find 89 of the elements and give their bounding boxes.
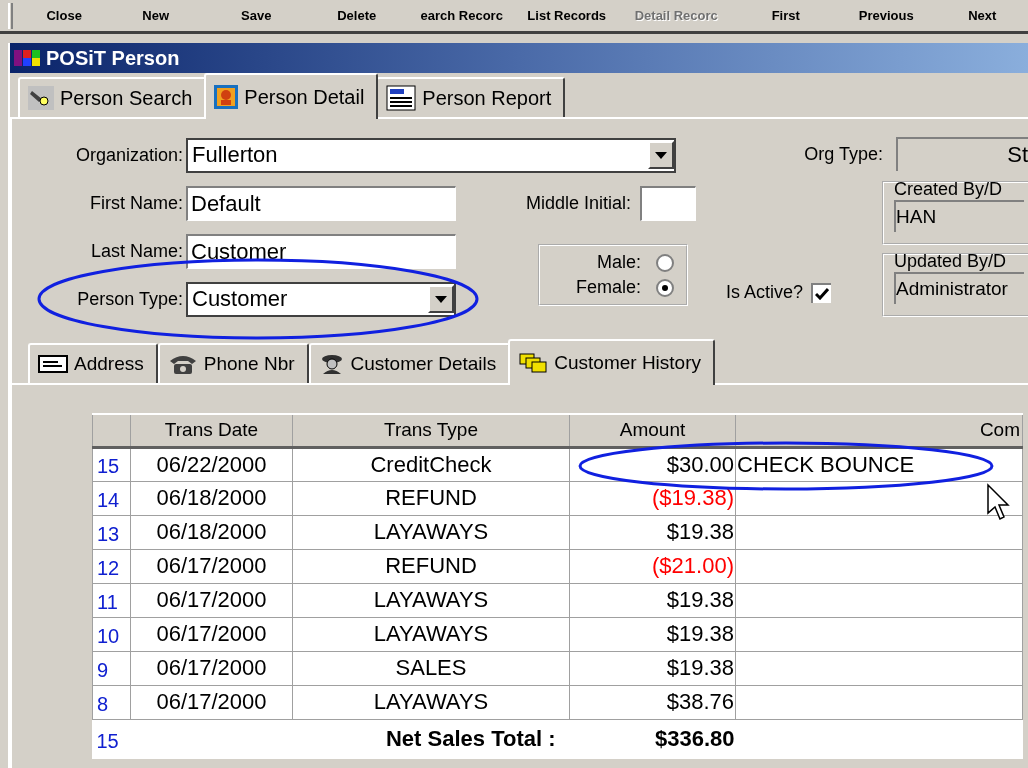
toolbar-button[interactable]: earch Recorc (407, 0, 517, 31)
table-cell: 06/17/2000 (130, 685, 293, 719)
radio-button[interactable] (656, 278, 674, 297)
tab[interactable]: Person Report (376, 77, 566, 117)
table-cell: 06/22/2000 (130, 447, 293, 481)
table-cell: 06/17/2000 (130, 651, 293, 685)
table-cell: CHECK BOUNCE (735, 447, 1023, 481)
row-number: 13 (92, 515, 131, 549)
table-cell: SALES (292, 651, 570, 685)
input-field[interactable]: Customer (186, 233, 456, 269)
tab[interactable]: Phone Nbr (157, 343, 309, 383)
updated-by-field[interactable]: Administrator (894, 272, 1024, 304)
radio-button[interactable] (656, 253, 674, 272)
table-cell: 06/18/2000 (130, 515, 293, 549)
column-header[interactable]: Com (735, 414, 1023, 447)
tab[interactable]: Address (28, 343, 158, 383)
toolbar-button[interactable]: Save (205, 0, 307, 31)
checkbox[interactable] (811, 282, 832, 303)
row-number: 14 (92, 481, 131, 515)
report-icon (386, 85, 417, 111)
field-label: First Name: (89, 192, 184, 214)
organization-dropdown[interactable]: Fullerton (186, 137, 676, 173)
table-cell: LAYAWAYS (292, 583, 570, 617)
person-icon (214, 85, 239, 109)
mouse-pointer-icon (987, 483, 1010, 521)
table-cell: LAYAWAYS (292, 685, 570, 719)
input-field[interactable] (640, 185, 696, 221)
column-header[interactable]: Amount (569, 414, 736, 447)
input-field[interactable]: Default (186, 185, 456, 221)
table-cell: $19.38 (569, 651, 736, 685)
field-label: Organization: (74, 144, 184, 166)
row-number: 8 (92, 685, 131, 719)
column-header[interactable]: Trans Date (130, 414, 293, 447)
field-label: Org Type: (804, 143, 884, 165)
row-number: 11 (92, 583, 131, 617)
tab[interactable]: Person Detail (204, 73, 379, 119)
radio-label: Female: (575, 277, 642, 298)
toolbar-button[interactable]: Next (936, 0, 1028, 31)
field-label: Person Type: (76, 288, 184, 310)
table-cell: $38.76 (569, 685, 736, 719)
row-number: 12 (92, 549, 131, 583)
table-cell: CreditCheck (292, 447, 570, 481)
row-count: 15 (92, 719, 131, 759)
created-by-field[interactable]: HAN (894, 200, 1024, 232)
dropdown-arrow-icon (435, 295, 447, 303)
coins-icon (518, 352, 549, 374)
table-cell: ($21.00) (569, 549, 736, 583)
row-number: 10 (92, 617, 131, 651)
toolbar-button[interactable]: New (105, 0, 206, 31)
table-cell: LAYAWAYS (292, 515, 570, 549)
table-cell: $19.38 (569, 583, 736, 617)
table-cell: $19.38 (569, 515, 736, 549)
row-number: 15 (92, 447, 131, 481)
window-title: POSiT Person (46, 46, 180, 70)
toolbar-button[interactable]: Delete (306, 0, 407, 31)
group-legend: Updated By/D (894, 251, 1028, 272)
table-cell: ($19.38) (569, 481, 736, 515)
table-cell: REFUND (292, 549, 570, 583)
app-icon (14, 48, 42, 68)
tab[interactable]: Customer History (508, 339, 715, 385)
field-label: Middle Initial: (525, 192, 632, 214)
checkbox-label: Is Active? (726, 282, 805, 303)
total-value: $336.80 (569, 719, 736, 759)
row-number: 9 (92, 651, 131, 685)
table-cell: $19.38 (569, 617, 736, 651)
dropdown-arrow-icon (655, 151, 667, 159)
toolbar-button[interactable]: Close (22, 0, 106, 31)
table-cell: REFUND (292, 481, 570, 515)
tab[interactable]: Person Search (18, 77, 207, 117)
flashlight-icon (28, 86, 54, 110)
card-icon (38, 354, 68, 374)
table-cell: 06/17/2000 (130, 549, 293, 583)
total-label: Net Sales Total : (130, 719, 570, 759)
toolbar-button[interactable]: First (735, 0, 836, 31)
group-legend: Created By/D (894, 179, 1028, 200)
toolbar-grip[interactable] (8, 2, 13, 29)
toolbar-button[interactable]: Previous (836, 0, 937, 31)
table-cell: 06/18/2000 (130, 481, 293, 515)
org-type-field[interactable]: St (896, 137, 1028, 171)
tab[interactable]: Customer Details (308, 343, 511, 383)
toolbar-button[interactable]: List Records (516, 0, 617, 31)
column-header[interactable]: Trans Type (292, 414, 570, 447)
table-cell: 06/17/2000 (130, 617, 293, 651)
table-cell: LAYAWAYS (292, 617, 570, 651)
table-cell: $30.00 (569, 447, 736, 481)
person-type-dropdown[interactable]: Customer (186, 281, 456, 317)
table-cell: 06/17/2000 (130, 583, 293, 617)
radio-label: Male: (597, 252, 642, 273)
field-label: Last Name: (89, 240, 184, 262)
